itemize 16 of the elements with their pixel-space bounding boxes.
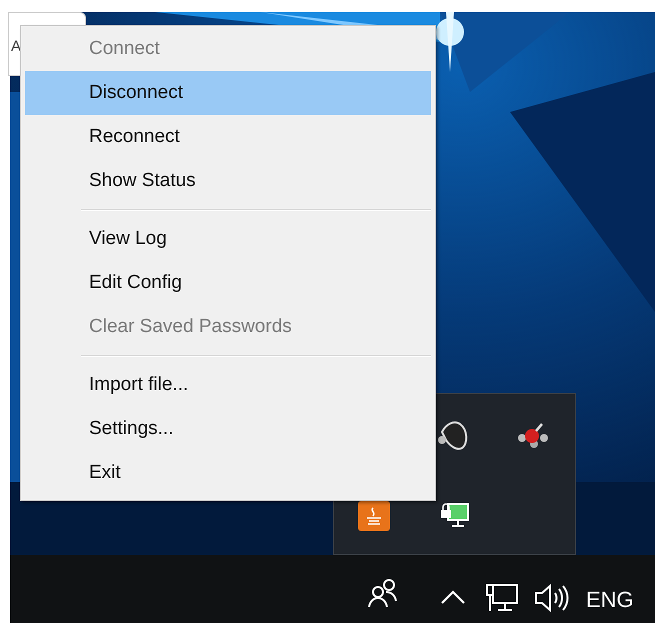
menu-item[interactable]: Disconnect bbox=[25, 71, 431, 115]
cup-icon[interactable] bbox=[358, 501, 390, 531]
menu-item[interactable]: Import file... bbox=[25, 363, 431, 407]
network-icon[interactable] bbox=[485, 583, 519, 613]
volume-icon[interactable] bbox=[533, 583, 569, 613]
chevron-up-icon[interactable] bbox=[440, 590, 466, 604]
window-text: A bbox=[10, 36, 22, 57]
menu-item[interactable]: Edit Config bbox=[25, 261, 431, 305]
people-icon[interactable] bbox=[367, 578, 399, 608]
menu-item[interactable]: Show Status bbox=[25, 159, 431, 203]
menu-item[interactable]: Reconnect bbox=[25, 115, 431, 159]
locked-monitor-icon[interactable] bbox=[440, 502, 470, 530]
menu-item[interactable]: Exit bbox=[25, 451, 431, 495]
language-indicator[interactable]: ENG bbox=[586, 583, 634, 616]
menu-item[interactable]: View Log bbox=[25, 217, 431, 261]
menu-item[interactable]: Settings... bbox=[25, 407, 431, 451]
